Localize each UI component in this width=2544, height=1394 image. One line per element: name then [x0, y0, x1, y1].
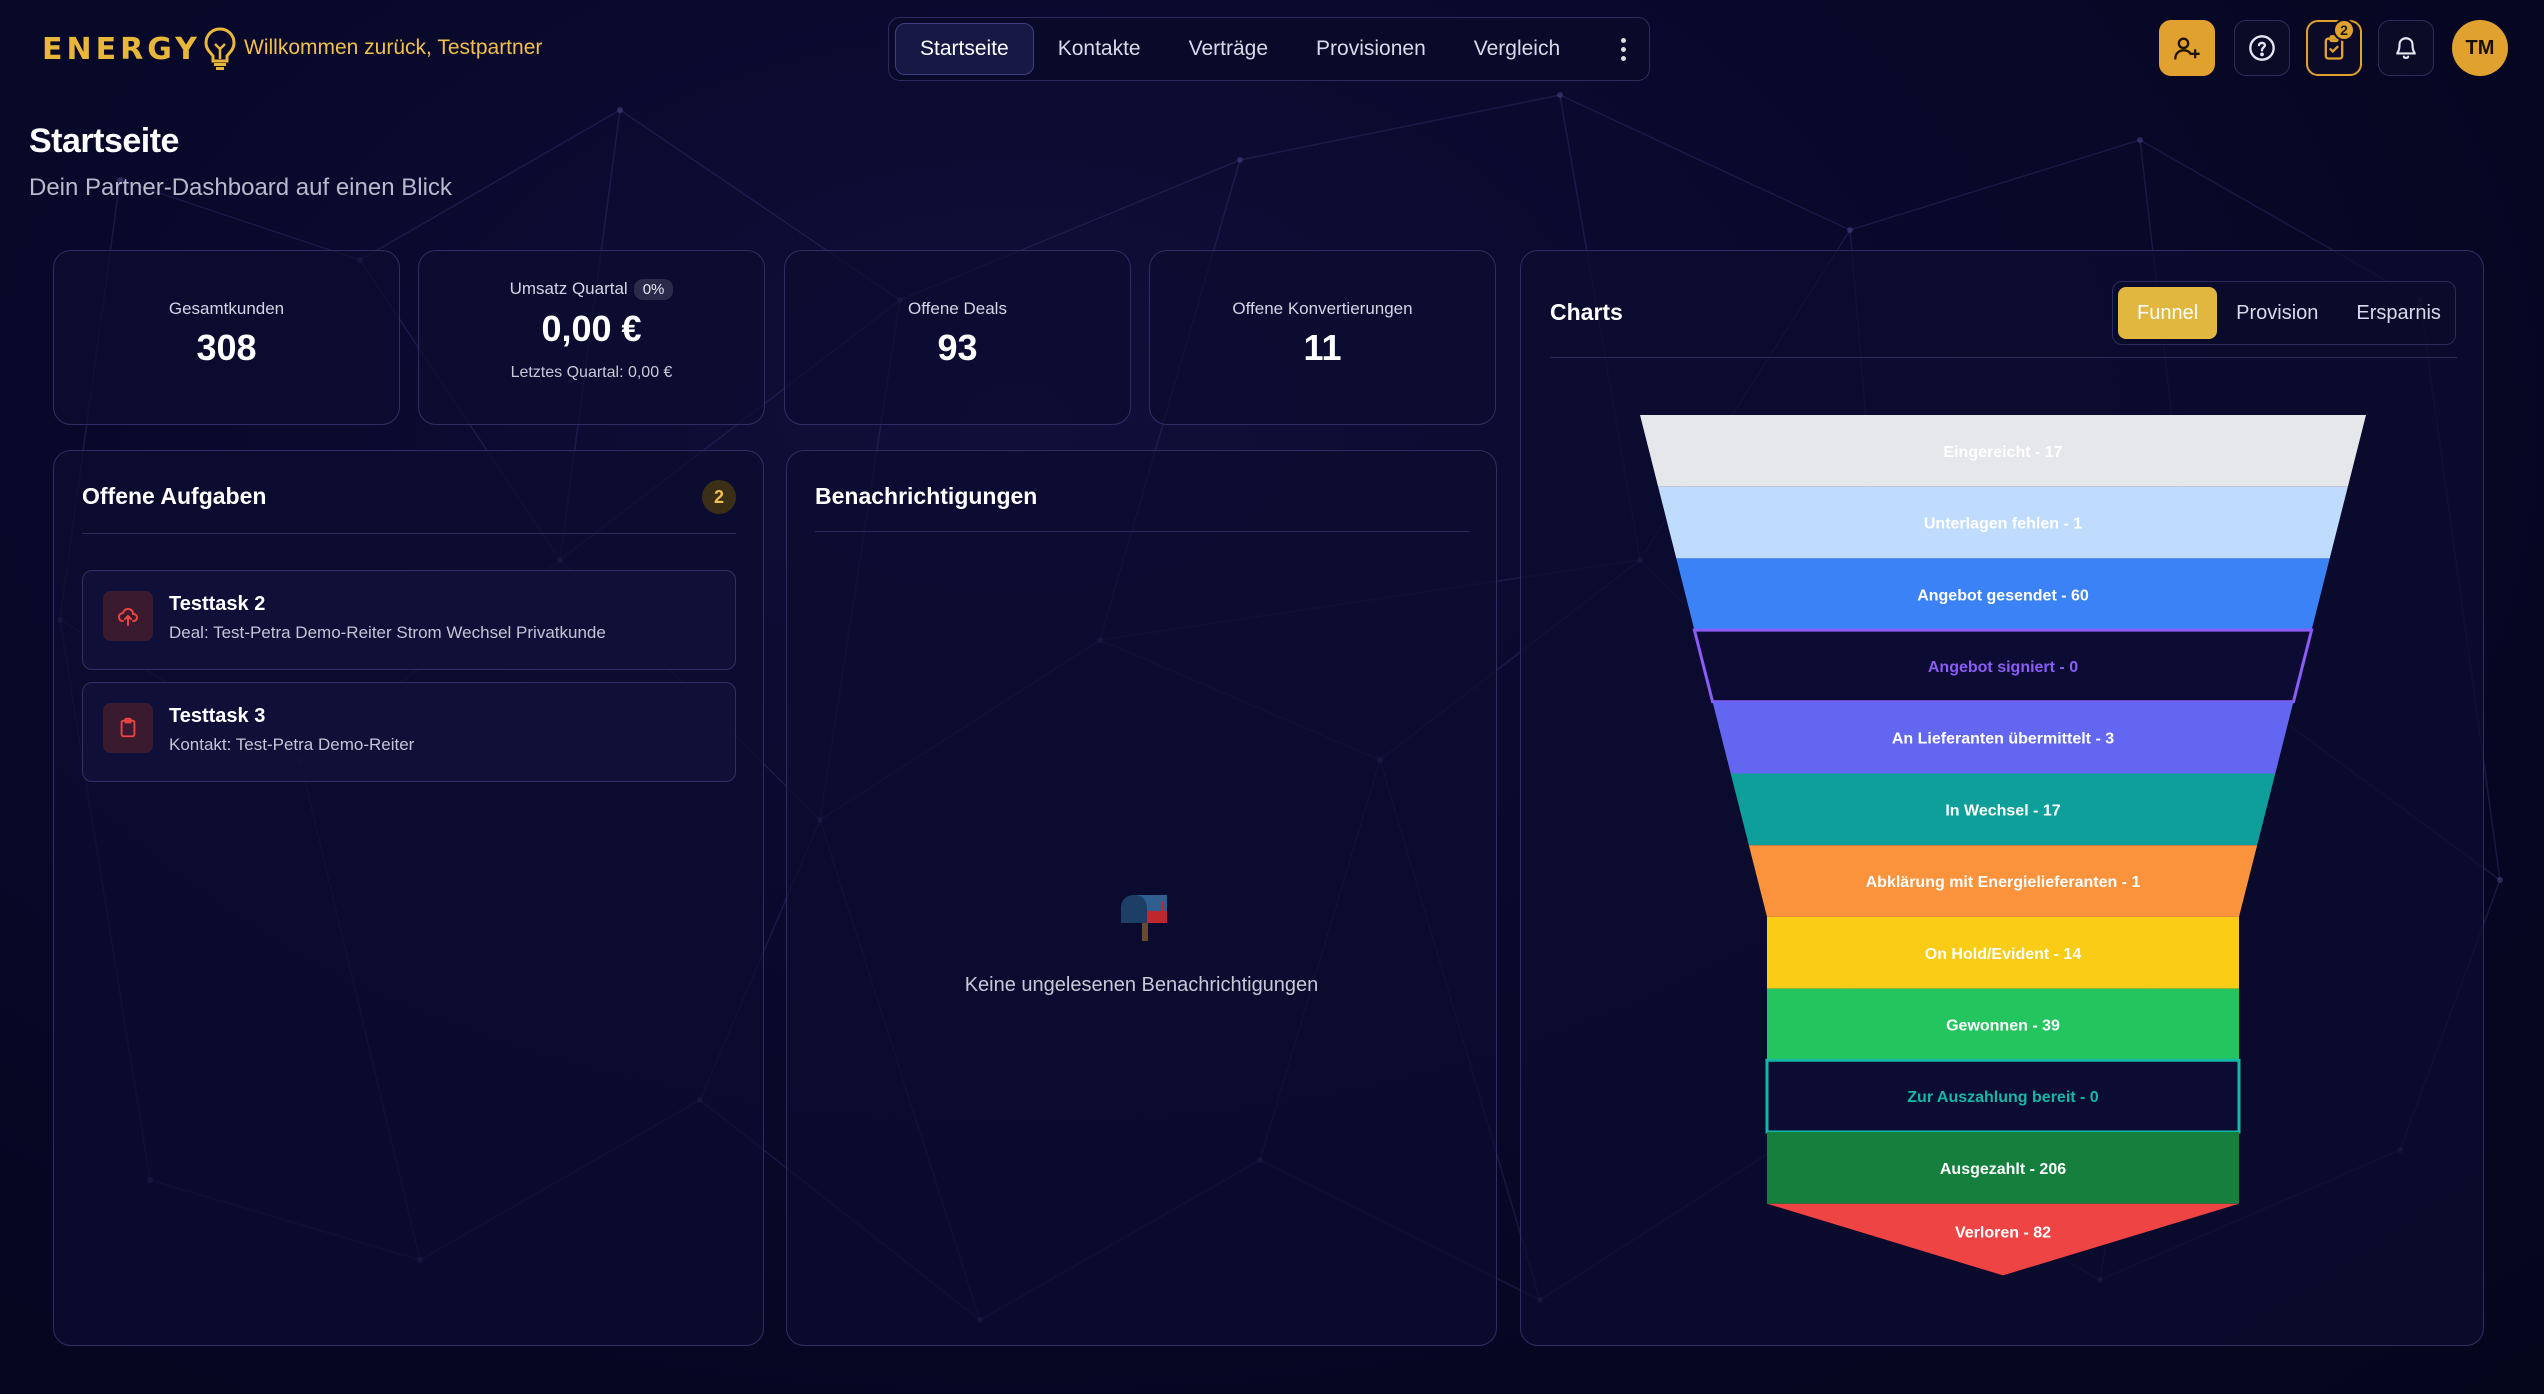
stat-label: Offene Konvertierungen: [1232, 299, 1413, 318]
welcome-text: Willkommen zurück, Testpartner: [244, 36, 543, 59]
mailbox-icon: [1117, 891, 1175, 946]
task-subtitle: Kontakt: Test-Petra Demo-Reiter: [169, 735, 415, 754]
tasks-button[interactable]: 2: [2306, 19, 2362, 76]
task-item[interactable]: Testtask 3 Kontakt: Test-Petra Demo-Reit…: [82, 682, 736, 782]
tasks-title: Offene Aufgaben: [82, 483, 267, 509]
funnel-segment-label: Unterlagen fehlen - 1: [1924, 516, 2082, 533]
tab-provisionen[interactable]: Provisionen: [1292, 23, 1450, 75]
stat-footer: Letztes Quartal: 0,00 €: [510, 364, 673, 381]
lightbulb-icon: [204, 27, 236, 70]
funnel-segment-label: An Lieferanten übermittelt - 3: [1892, 731, 2114, 748]
funnel-segment-label: Zur Auszahlung bereit - 0: [1907, 1089, 2099, 1106]
tab-startseite[interactable]: Startseite: [895, 23, 1034, 75]
more-vertical-icon[interactable]: [1613, 29, 1633, 69]
avatar[interactable]: TM: [2452, 20, 2508, 76]
brand-logo[interactable]: ENERGY: [42, 26, 237, 72]
tasks-count-badge: 2: [702, 480, 736, 514]
stat-label: Offene Deals: [908, 299, 1007, 318]
clipboard-icon: [103, 703, 153, 753]
funnel-segment-label: On Hold/Evident - 14: [1925, 946, 2082, 963]
notifications-panel: Benachrichtigungen Keine ungelesenen Ben…: [786, 450, 1497, 1346]
empty-notifications-text: Keine ungelesenen Benachrichtigungen: [964, 974, 1319, 996]
bell-icon: [2396, 37, 2416, 59]
funnel-chart: Eingereicht - 17 Unterlagen fehlen - 1 Ang…: [1640, 415, 2366, 1276]
funnel-segment-label: In Wechsel - 17: [1945, 802, 2060, 819]
help-icon: [2249, 35, 2275, 61]
page-subtitle: Dein Partner-Dashboard auf einen Blick: [29, 174, 452, 201]
upload-cloud-icon: [103, 591, 153, 641]
tasks-badge: 2: [2333, 19, 2355, 41]
stat-value: 11: [1303, 327, 1342, 368]
stat-value: 93: [937, 327, 978, 368]
change-pill: 0%: [633, 279, 674, 300]
divider: [815, 531, 1469, 532]
task-item[interactable]: Testtask 2 Deal: Test-Petra Demo-Reiter …: [82, 570, 736, 670]
stat-card-deals: Offene Deals 93: [784, 250, 1131, 425]
funnel-segment-label: Eingereicht - 17: [1943, 444, 2062, 461]
charts-panel: Charts Funnel Provision Ersparnis Einger…: [1520, 250, 2484, 1346]
add-user-icon: [2174, 37, 2200, 60]
help-button[interactable]: [2234, 20, 2290, 76]
task-title: Testtask 2: [169, 593, 266, 615]
stat-label: Gesamtkunden: [168, 299, 285, 318]
funnel-segment-label: Abklärung mit Energielieferanten - 1: [1866, 874, 2141, 891]
stat-label: Umsatz Quartal 0%: [419, 279, 764, 300]
page-title: Startseite: [29, 122, 179, 160]
notifications-button[interactable]: [2378, 20, 2434, 76]
funnel-segment-label: Angebot gesendet - 60: [1917, 587, 2089, 604]
funnel-segment-label: Verloren - 82: [1955, 1225, 2051, 1242]
stat-card-conversions: Offene Konvertierungen 11: [1149, 250, 1496, 425]
top-header: ENERGY Willkommen zurück, Testpartner St…: [0, 0, 2544, 96]
funnel-segment-label: Ausgezahlt - 206: [1940, 1161, 2066, 1178]
main-nav: Startseite Kontakte Verträge Provisionen…: [888, 17, 1650, 81]
tasks-panel: Offene Aufgaben 2 Testtask 2 Deal: Test-…: [53, 450, 764, 1346]
stat-value: 308: [196, 327, 257, 368]
tab-vertraege[interactable]: Verträge: [1165, 23, 1292, 75]
stat-label-text: Umsatz Quartal: [509, 279, 628, 298]
stat-card-revenue: Umsatz Quartal 0% 0,00 € Letztes Quartal:…: [418, 250, 765, 425]
tab-vergleich[interactable]: Vergleich: [1450, 23, 1584, 75]
divider: [82, 533, 736, 534]
task-subtitle: Deal: Test-Petra Demo-Reiter Strom Wechs…: [169, 623, 606, 642]
add-user-button[interactable]: [2159, 20, 2215, 76]
notifications-title: Benachrichtigungen: [815, 483, 1038, 509]
stat-card-customers: Gesamtkunden 308: [53, 250, 400, 425]
stat-value: 0,00 €: [541, 308, 642, 349]
funnel-segment-label: Gewonnen - 39: [1946, 1017, 2060, 1034]
task-title: Testtask 3: [169, 705, 266, 727]
funnel-segment-label: Angebot signiert - 0: [1928, 659, 2078, 676]
logo-text: ENERGY: [42, 31, 201, 67]
tab-kontakte[interactable]: Kontakte: [1034, 23, 1165, 75]
